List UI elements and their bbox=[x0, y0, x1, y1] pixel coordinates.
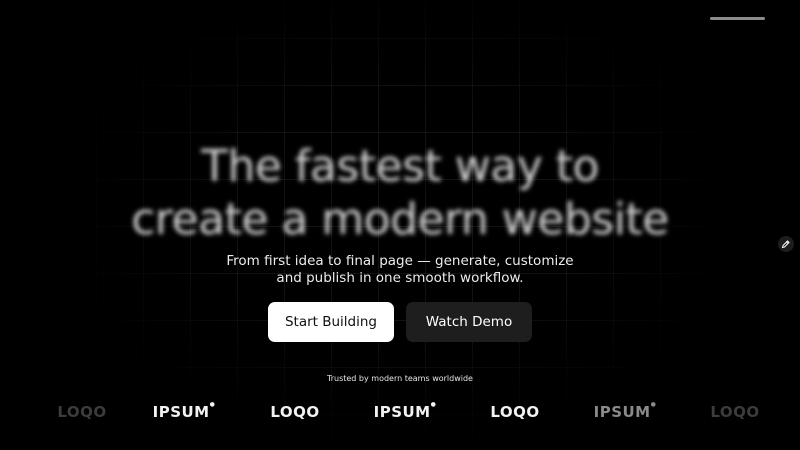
top-indicator-bar bbox=[710, 17, 765, 20]
edit-button[interactable] bbox=[778, 236, 794, 252]
pencil-icon bbox=[781, 240, 790, 249]
hero-headline-line-1: The fastest way to bbox=[201, 141, 599, 192]
hero-subtitle-line-2: and publish in one smooth workflow. bbox=[276, 270, 524, 286]
partner-logo: LOQO bbox=[710, 403, 760, 421]
trusted-by-text: Trusted by modern teams worldwide bbox=[327, 374, 473, 383]
partner-logo: IPSUM● bbox=[152, 401, 216, 421]
start-building-button[interactable]: Start Building bbox=[268, 302, 394, 342]
hero-section: The fastest way to create a modern websi… bbox=[0, 0, 800, 450]
hero-headline-line-2: create a modern website bbox=[131, 194, 669, 245]
hero-subtitle-line-1: From first idea to final page — generate… bbox=[226, 253, 574, 269]
hero-headline: The fastest way to create a modern websi… bbox=[0, 140, 800, 246]
partner-logo: LOQO bbox=[490, 403, 540, 421]
partner-logo: LOQO bbox=[270, 403, 320, 421]
logo-marquee: LOQO IPSUM● LOQO IPSUM● LOQO IPSUM● LOQO bbox=[0, 398, 800, 426]
hero-subtitle: From first idea to final page — generate… bbox=[0, 253, 800, 287]
partner-logo: LOQO bbox=[57, 403, 107, 421]
partner-logo: IPSUM● bbox=[593, 401, 657, 421]
partner-logo: IPSUM● bbox=[373, 401, 437, 421]
watch-demo-button[interactable]: Watch Demo bbox=[406, 302, 532, 342]
